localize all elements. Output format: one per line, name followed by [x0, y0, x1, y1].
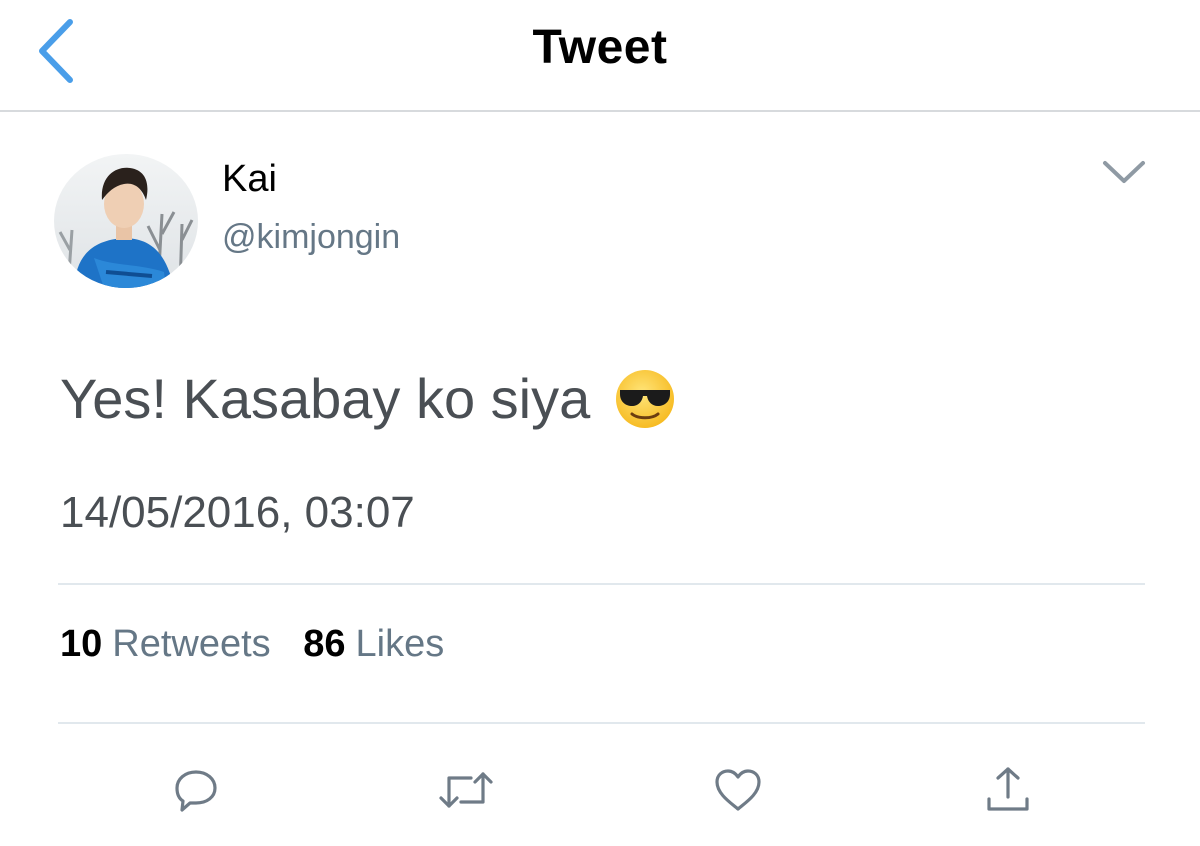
avatar[interactable]: [54, 154, 198, 288]
tweet-detail-screen: Tweet Kai @kimjongin Yes! Kasabay ko siy…: [0, 0, 1200, 846]
reply-icon: [175, 770, 217, 812]
back-button[interactable]: [30, 16, 82, 86]
chevron-down-icon: [1103, 161, 1145, 183]
retweets-count: 10: [60, 623, 103, 665]
divider: [58, 722, 1145, 724]
likes-stat[interactable]: 86 Likes: [303, 620, 444, 668]
author-display-name[interactable]: Kai: [222, 156, 277, 202]
tweet-timestamp: 14/05/2016, 03:07: [60, 488, 415, 537]
chevron-left-icon: [39, 19, 73, 83]
retweets-stat[interactable]: 10 Retweets: [60, 620, 271, 668]
smiling-face-with-sunglasses-icon: [616, 370, 675, 428]
share-button[interactable]: [978, 762, 1038, 818]
tweet-text: Yes! Kasabay ko siya: [60, 364, 676, 434]
heart-icon: [715, 769, 761, 811]
retweets-label: Retweets: [112, 623, 271, 665]
likes-label: Likes: [355, 623, 445, 665]
author-handle[interactable]: @kimjongin: [222, 216, 400, 258]
share-icon: [987, 767, 1029, 811]
retweet-button[interactable]: [436, 762, 496, 818]
divider: [58, 583, 1145, 585]
like-button[interactable]: [708, 762, 768, 818]
tweet-text-content: Yes! Kasabay ko siya: [60, 367, 591, 430]
retweet-icon: [439, 772, 493, 808]
likes-count: 86: [303, 623, 346, 665]
more-options-button[interactable]: [1094, 150, 1154, 194]
page-title: Tweet: [532, 21, 668, 74]
reply-button[interactable]: [166, 762, 226, 818]
tweet-stats: 10 Retweets 86 Likes: [60, 620, 466, 668]
navigation-bar: Tweet: [0, 0, 1200, 112]
